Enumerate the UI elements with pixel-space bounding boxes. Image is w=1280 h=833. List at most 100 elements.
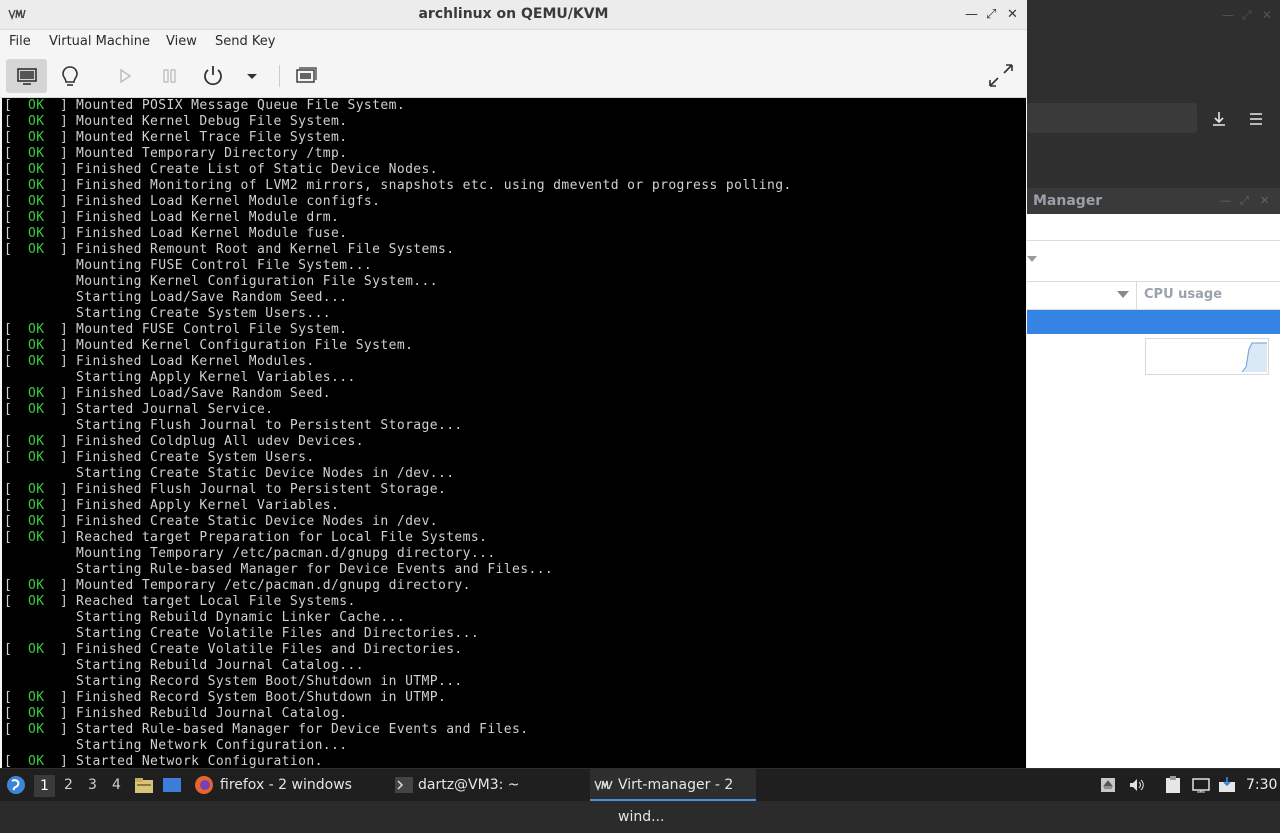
status-close-bracket: ] <box>60 354 69 369</box>
updates-icon[interactable] <box>1218 776 1236 798</box>
network-icon[interactable] <box>1192 776 1210 798</box>
vm-console-window: archlinux on QEMU/KVM — ⤢ ✕ File Virtual… <box>0 0 1027 768</box>
workspace-1[interactable]: 1 <box>34 775 55 797</box>
status-ok: OK <box>28 482 45 497</box>
cpu-usage-graph <box>1145 338 1269 375</box>
status-close-bracket: ] <box>60 530 69 545</box>
vmm-close-icon[interactable]: ✕ <box>1260 194 1269 207</box>
status-open-bracket: [ <box>4 402 13 417</box>
log-message: Mounted FUSE Control File System. <box>76 322 348 337</box>
status-ok: OK <box>28 514 45 529</box>
hamburger-menu-icon[interactable] <box>1248 111 1264 130</box>
fullscreen-button[interactable] <box>984 59 1018 93</box>
log-message: Finished Record System Boot/Shutdown in … <box>76 690 447 705</box>
background-url-bar[interactable] <box>1027 103 1197 133</box>
run-button[interactable] <box>110 59 140 93</box>
status-close-bracket: ] <box>60 242 69 257</box>
log-message: Mounted Temporary Directory /tmp. <box>76 146 348 161</box>
vmm-separator <box>1027 240 1280 241</box>
log-message: Finished Coldplug All udev Devices. <box>76 434 364 449</box>
download-icon[interactable] <box>1211 111 1227 130</box>
vmm-maximize-icon[interactable]: ⤢ <box>1240 194 1249 208</box>
screens-icon <box>296 67 317 83</box>
shutdown-button[interactable] <box>196 59 230 93</box>
show-console-button[interactable] <box>6 59 47 93</box>
status-open-bracket: [ <box>4 706 13 721</box>
file-manager-icon[interactable] <box>134 776 154 798</box>
status-open-bracket: [ <box>4 450 13 465</box>
pause-button[interactable] <box>155 59 185 93</box>
status-ok: OK <box>28 386 45 401</box>
menu-file[interactable]: File <box>9 34 31 49</box>
log-message: Reached target Local File Systems. <box>76 594 356 609</box>
menu-virtual-machine[interactable]: Virtual Machine <box>49 34 150 49</box>
log-message: Starting Rule-based Manager for Device E… <box>76 562 554 577</box>
status-ok: OK <box>28 162 45 177</box>
show-details-button[interactable] <box>53 59 87 93</box>
log-message: Finished Load/Save Random Seed. <box>76 386 332 401</box>
status-close-bracket: ] <box>60 98 69 113</box>
chevron-down-icon <box>247 74 257 79</box>
minimize-icon[interactable]: — <box>965 7 978 22</box>
status-close-bracket: ] <box>60 322 69 337</box>
workspace-4[interactable]: 4 <box>112 777 121 793</box>
start-menu-icon[interactable] <box>6 775 26 799</box>
status-ok: OK <box>28 754 45 768</box>
bg-minimize-icon: — <box>1222 8 1234 22</box>
status-close-bracket: ] <box>60 194 69 209</box>
workspace-3[interactable]: 3 <box>88 777 97 793</box>
power-icon <box>204 66 222 86</box>
desktop-icon[interactable] <box>162 776 182 798</box>
vm-console-display[interactable]: [ OK] Mounted POSIX Message Queue File Sys… <box>2 98 1026 768</box>
status-ok: OK <box>28 130 45 145</box>
window-titlebar[interactable]: archlinux on QEMU/KVM — ⤢ ✕ <box>0 0 1027 30</box>
status-ok: OK <box>28 226 45 241</box>
virt-manager-window: Manager — ⤢ ✕ CPU usage <box>1027 188 1280 768</box>
task-virt-manager[interactable]: Virt-manager - 2 wind... <box>590 769 756 825</box>
eject-icon[interactable] <box>1100 777 1116 797</box>
shutdown-menu-button[interactable] <box>240 59 264 93</box>
status-close-bracket: ] <box>60 338 69 353</box>
status-close-bracket: ] <box>60 402 69 417</box>
snapshots-button[interactable] <box>290 59 322 93</box>
task-terminal[interactable]: dartz@VM3: ~ <box>390 769 598 801</box>
virt-manager-titlebar: Manager — ⤢ ✕ <box>1027 188 1280 214</box>
vmm-minimize-icon[interactable]: — <box>1220 194 1231 207</box>
cpu-usage-column-header[interactable]: CPU usage <box>1144 287 1222 302</box>
log-message: Starting Rebuild Dynamic Linker Cache... <box>76 610 406 625</box>
status-ok: OK <box>28 322 45 337</box>
play-icon <box>120 68 132 84</box>
column-divider <box>1136 282 1137 309</box>
log-message: Started Rule-based Manager for Device Ev… <box>76 722 529 737</box>
status-open-bracket: [ <box>4 226 13 241</box>
status-close-bracket: ] <box>60 482 69 497</box>
status-ok: OK <box>28 578 45 593</box>
volume-icon[interactable] <box>1128 777 1146 797</box>
virt-manager-icon <box>594 780 613 791</box>
task-firefox[interactable]: firefox - 2 windows <box>190 769 400 801</box>
clipboard-icon[interactable] <box>1164 776 1182 798</box>
status-open-bracket: [ <box>4 338 13 353</box>
clock: 7:30 <box>1246 777 1278 793</box>
status-ok: OK <box>28 354 45 369</box>
selected-vm-row[interactable] <box>1027 310 1280 334</box>
log-message: Finished Create List of Static Device No… <box>76 162 438 177</box>
workspace-2[interactable]: 2 <box>64 777 73 793</box>
vmm-dropdown-caret-icon[interactable] <box>1027 256 1037 262</box>
close-icon[interactable]: ✕ <box>1007 7 1018 22</box>
log-message: Starting Create Volatile Files and Direc… <box>76 626 480 641</box>
menu-view[interactable]: View <box>166 34 197 49</box>
sort-arrow-icon[interactable] <box>1117 291 1129 298</box>
status-close-bracket: ] <box>60 130 69 145</box>
status-ok: OK <box>28 178 45 193</box>
log-message: Starting Apply Kernel Variables... <box>76 370 356 385</box>
log-message: Finished Load Kernel Module fuse. <box>76 226 348 241</box>
log-message: Starting Create Static Device Nodes in /… <box>76 466 455 481</box>
display-icon <box>17 68 37 85</box>
vmm-list-header: CPU usage <box>1027 281 1280 310</box>
maximize-icon[interactable]: ⤢ <box>986 7 996 22</box>
menu-bar: File Virtual Machine View Send Key <box>0 30 1027 54</box>
log-message: Finished Create System Users. <box>76 450 315 465</box>
menu-send-key[interactable]: Send Key <box>215 34 275 49</box>
log-message: Mounted POSIX Message Queue File System. <box>76 98 406 113</box>
